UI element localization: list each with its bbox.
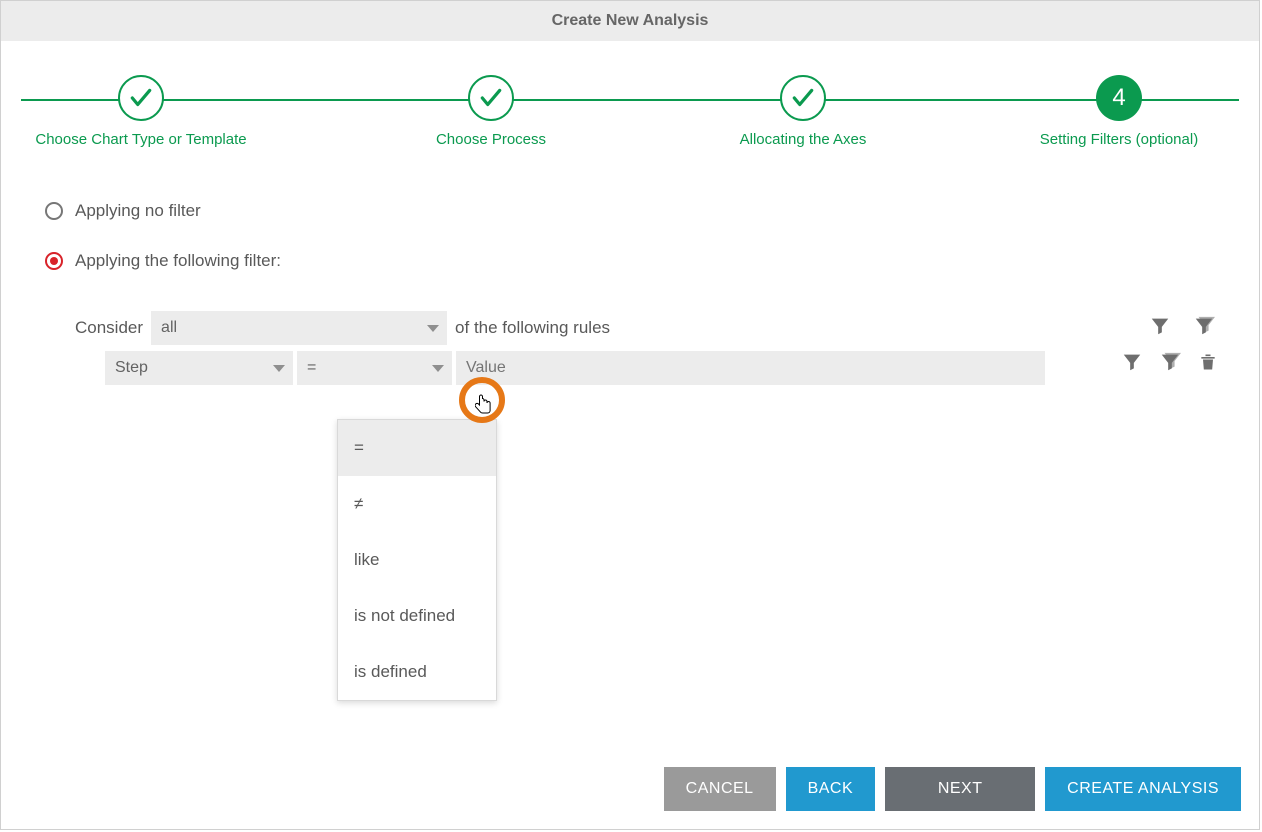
chevron-down-icon	[432, 365, 444, 372]
chevron-down-icon	[273, 365, 285, 372]
operator-option-not-equals[interactable]: ≠	[338, 476, 496, 532]
dialog-window: Create New Analysis Choose Chart Type or…	[0, 0, 1260, 830]
rule-operator-dropdown[interactable]: =	[297, 351, 452, 385]
step-label: Choose Chart Type or Template	[1, 131, 281, 148]
rule-operator-value: =	[307, 359, 316, 377]
radio-apply-filter[interactable]: Applying the following filter:	[45, 251, 1215, 271]
chevron-down-icon	[427, 325, 439, 332]
radio-icon	[45, 252, 63, 270]
dialog-footer: CANCEL BACK NEXT CREATE ANALYSIS	[664, 767, 1241, 811]
step-number: 4	[1112, 84, 1125, 112]
add-filter-button[interactable]	[1121, 351, 1143, 373]
back-button[interactable]: BACK	[786, 767, 876, 811]
match-dropdown[interactable]: all	[151, 311, 447, 345]
checkmark-icon	[118, 75, 164, 121]
wizard-stepper: Choose Chart Type or Template Choose Pro…	[1, 61, 1259, 161]
operator-option-defined[interactable]: is defined	[338, 644, 496, 700]
step-4-current: 4 Setting Filters (optional)	[979, 75, 1259, 148]
radio-no-filter[interactable]: Applying no filter	[45, 201, 1215, 221]
step-label: Setting Filters (optional)	[979, 131, 1259, 148]
rule-field-value: Step	[115, 359, 148, 377]
radio-label: Applying no filter	[75, 201, 201, 221]
consider-row: Consider all of the following rules	[75, 311, 1215, 345]
rule-row: Step =	[105, 351, 1045, 385]
cursor-pointer-icon	[475, 393, 493, 420]
checkmark-icon	[780, 75, 826, 121]
dialog-titlebar: Create New Analysis	[1, 1, 1259, 41]
add-filter-button[interactable]	[1149, 315, 1171, 337]
match-selected: all	[161, 319, 177, 337]
create-analysis-button[interactable]: CREATE ANALYSIS	[1045, 767, 1241, 811]
cancel-button[interactable]: CANCEL	[664, 767, 776, 811]
checkmark-icon	[468, 75, 514, 121]
next-button[interactable]: NEXT	[885, 767, 1035, 811]
operator-dropdown-menu: = ≠ like is not defined is defined	[337, 419, 497, 701]
rule-field-dropdown[interactable]: Step	[105, 351, 293, 385]
add-filter-group-button[interactable]	[1159, 351, 1181, 373]
add-filter-group-button[interactable]	[1193, 315, 1215, 337]
operator-option-like[interactable]: like	[338, 532, 496, 588]
step-3[interactable]: Allocating the Axes	[663, 75, 943, 148]
step-label: Choose Process	[351, 131, 631, 148]
rule-row-container: Step =	[75, 351, 1215, 385]
consider-prefix: Consider	[75, 318, 143, 338]
operator-option-not-defined[interactable]: is not defined	[338, 588, 496, 644]
step-1[interactable]: Choose Chart Type or Template	[1, 75, 281, 148]
rules-block: Consider all of the following rules	[45, 311, 1215, 385]
delete-rule-button[interactable]	[1197, 351, 1219, 373]
step-label: Allocating the Axes	[663, 131, 943, 148]
consider-suffix: of the following rules	[455, 318, 610, 338]
step-number-badge: 4	[1096, 75, 1142, 121]
rule-value-input[interactable]	[456, 351, 1045, 385]
dialog-title: Create New Analysis	[552, 12, 709, 30]
step-2[interactable]: Choose Process	[351, 75, 631, 148]
wizard-content: Applying no filter Applying the followin…	[1, 161, 1259, 385]
operator-option-equals[interactable]: =	[338, 420, 496, 476]
radio-label: Applying the following filter:	[75, 251, 281, 271]
radio-icon	[45, 202, 63, 220]
